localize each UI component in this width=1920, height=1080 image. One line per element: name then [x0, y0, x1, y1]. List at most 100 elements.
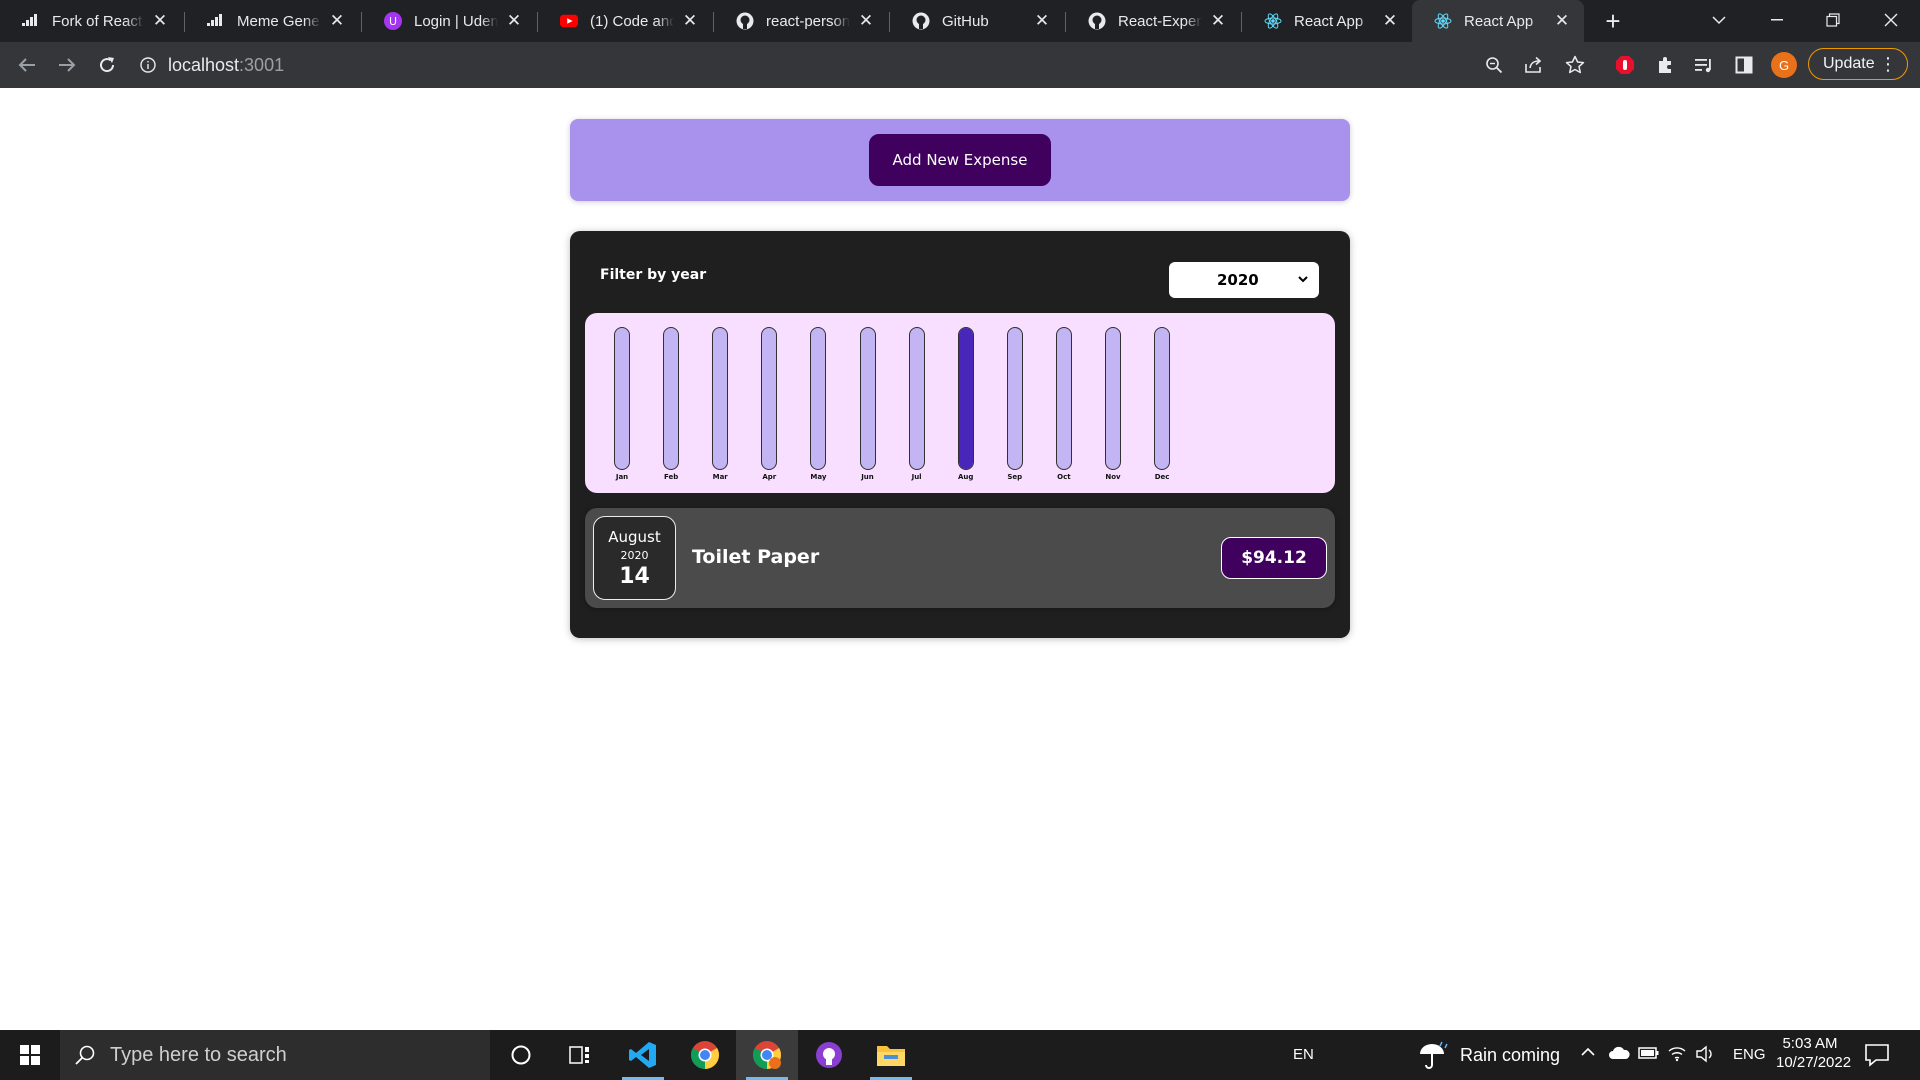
- expense-amount: $94.12: [1221, 537, 1327, 579]
- chart-bar-label: Feb: [663, 473, 679, 481]
- notification-icon: [1865, 1044, 1889, 1067]
- add-new-expense-button[interactable]: Add New Expense: [869, 134, 1051, 186]
- start-button[interactable]: [0, 1030, 60, 1080]
- chevron-up-icon: [1581, 1047, 1595, 1056]
- close-icon[interactable]: ✕: [1032, 11, 1052, 31]
- playlist-icon: [1695, 59, 1711, 73]
- weather-widget[interactable]: [1418, 1040, 1450, 1075]
- browser-tab[interactable]: (1) Code and Deploy ✕: [538, 2, 712, 40]
- close-icon[interactable]: ✕: [327, 11, 347, 31]
- url-port: :3001: [239, 54, 285, 75]
- share-icon: [1525, 56, 1542, 73]
- info-icon[interactable]: [140, 57, 156, 73]
- update-button[interactable]: Update ⋮: [1808, 48, 1908, 80]
- chart-bar-label: Jun: [861, 473, 874, 481]
- reload-icon: [100, 57, 115, 73]
- more-vert-icon: ⋮: [1879, 54, 1897, 74]
- udemy-icon: U: [384, 12, 402, 30]
- minimize-button[interactable]: [1754, 0, 1800, 40]
- svg-text:U: U: [389, 15, 397, 28]
- url-host: localhost: [168, 54, 240, 75]
- side-panel-icon: [1735, 56, 1753, 74]
- close-icon[interactable]: ✕: [150, 11, 170, 31]
- year-filter-select[interactable]: 2020: [1169, 262, 1319, 298]
- input-language[interactable]: EN: [1293, 1046, 1314, 1063]
- chart-bar-label: Jul: [911, 473, 922, 481]
- adblock-extension-button[interactable]: [1611, 51, 1639, 79]
- profile-avatar-button[interactable]: G: [1770, 51, 1798, 79]
- chart-bar-label: Mar: [712, 473, 728, 481]
- github-desktop-app[interactable]: [798, 1030, 860, 1080]
- reload-button[interactable]: [92, 50, 122, 80]
- browser-tab[interactable]: React App ✕: [1242, 2, 1412, 40]
- language-indicator[interactable]: ENG: [1733, 1046, 1766, 1063]
- chart-bar-label: Dec: [1154, 473, 1170, 481]
- zoom-button[interactable]: [1480, 51, 1508, 79]
- browser-tab[interactable]: GitHub ✕: [890, 2, 1064, 40]
- expenses-chart: Jan Feb Mar Apr May Jun Jul Aug Sep Oct Nov Dec: [585, 313, 1335, 493]
- chrome-app[interactable]: [674, 1030, 736, 1080]
- close-window-button[interactable]: [1868, 0, 1914, 40]
- chart-bar-label: May: [810, 473, 827, 481]
- battery-icon[interactable]: [1638, 1046, 1660, 1065]
- show-hidden-icons-button[interactable]: [1580, 1045, 1596, 1063]
- browser-tab[interactable]: Fork of React Starter ✕: [0, 2, 182, 40]
- cortana-button[interactable]: [490, 1030, 552, 1080]
- task-view-icon: [569, 1046, 589, 1064]
- browser-tab[interactable]: Meme Generator ✕: [185, 2, 359, 40]
- new-tab-button[interactable]: +: [1598, 6, 1628, 36]
- restore-icon: [1826, 13, 1840, 27]
- onedrive-icon[interactable]: [1608, 1045, 1630, 1066]
- bookmark-button[interactable]: [1561, 51, 1589, 79]
- chart-bar-label: Jan: [615, 473, 629, 481]
- tab-title: (1) Code and Deploy: [590, 12, 674, 30]
- chart-bar-track: [1055, 327, 1072, 470]
- youtube-icon: [560, 12, 578, 30]
- close-icon[interactable]: ✕: [504, 11, 524, 31]
- chrome-profile-app[interactable]: [736, 1030, 798, 1080]
- close-icon[interactable]: ✕: [856, 11, 876, 31]
- tab-title: React App: [1294, 12, 1364, 30]
- side-panel-button[interactable]: [1730, 51, 1758, 79]
- notification-center-button[interactable]: [1864, 1042, 1890, 1068]
- browser-tab-active[interactable]: React App ✕: [1412, 0, 1584, 42]
- weather-text[interactable]: Rain coming: [1460, 1045, 1560, 1066]
- clock-date: 10/27/2022: [1776, 1054, 1852, 1071]
- puzzle-icon: [1659, 57, 1671, 73]
- forward-button[interactable]: [52, 50, 82, 80]
- close-icon[interactable]: ✕: [1380, 11, 1400, 31]
- browser-tab[interactable]: React-Expense ✕: [1066, 2, 1240, 40]
- expense-item: August 2020 14 Toilet Paper $94.12: [585, 508, 1335, 608]
- share-button[interactable]: [1520, 51, 1548, 79]
- expense-date-day: 14: [619, 564, 650, 589]
- vscode-icon: [629, 1042, 656, 1068]
- taskbar-search-box[interactable]: Type here to search: [60, 1030, 490, 1080]
- tab-search-button[interactable]: [1696, 0, 1742, 40]
- browser-tab[interactable]: U Login | Udemy ✕: [362, 2, 536, 40]
- chart-bar-label: Aug: [957, 473, 974, 481]
- github-desktop-icon: [816, 1042, 842, 1068]
- vscode-app[interactable]: [612, 1030, 674, 1080]
- avatar-initial: G: [1779, 58, 1789, 73]
- close-icon[interactable]: ✕: [680, 11, 700, 31]
- close-icon[interactable]: ✕: [1208, 11, 1228, 31]
- github-icon: [736, 12, 754, 30]
- react-icon: [1434, 12, 1452, 30]
- back-button[interactable]: [12, 50, 42, 80]
- clock[interactable]: 5:03 AM 10/27/2022: [1776, 1035, 1852, 1071]
- wifi-icon[interactable]: [1667, 1044, 1687, 1067]
- star-icon: [1565, 55, 1585, 74]
- chart-bar-track: [859, 327, 876, 470]
- avatar: G: [1771, 52, 1797, 78]
- close-icon[interactable]: ✕: [1552, 11, 1572, 31]
- address-bar[interactable]: localhost:3001: [140, 49, 1440, 81]
- media-control-button[interactable]: [1690, 51, 1718, 79]
- extensions-button[interactable]: [1651, 51, 1679, 79]
- browser-tab[interactable]: react-personal ✕: [714, 2, 888, 40]
- chart-bar-label: Nov: [1105, 473, 1121, 481]
- arrow-left-icon: [18, 58, 35, 72]
- task-view-button[interactable]: [549, 1030, 611, 1080]
- file-explorer-app[interactable]: [860, 1030, 922, 1080]
- volume-icon[interactable]: [1695, 1045, 1715, 1068]
- restore-button[interactable]: [1810, 0, 1856, 40]
